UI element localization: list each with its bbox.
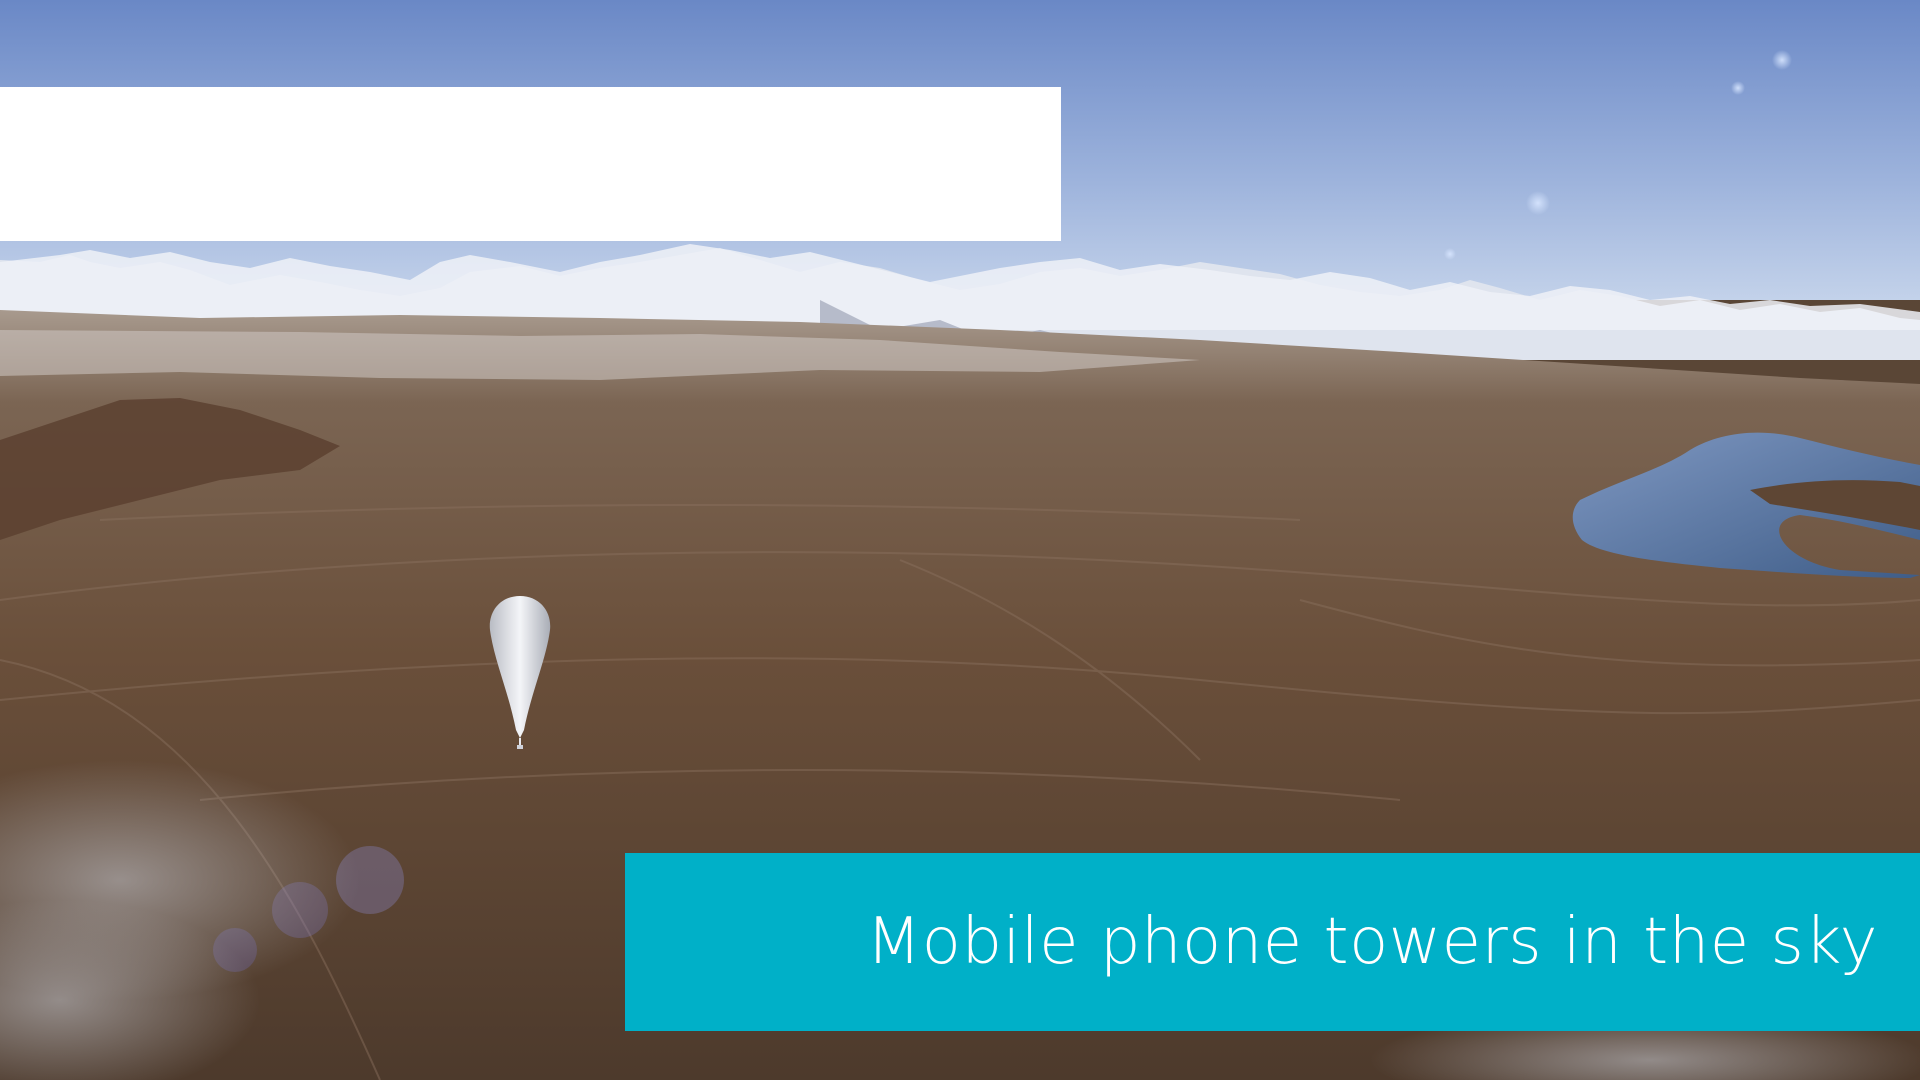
blank-title-banner (0, 87, 1061, 241)
caption-box: Mobile phone towers in the sky (625, 853, 1920, 1031)
lens-flare (1444, 248, 1456, 260)
lens-flare (1526, 191, 1550, 215)
slide: Mobile phone towers in the sky (0, 0, 1920, 1080)
caption-text: Mobile phone towers in the sky (866, 905, 1878, 979)
lens-flare (1772, 50, 1792, 70)
lens-flare (1731, 81, 1745, 95)
